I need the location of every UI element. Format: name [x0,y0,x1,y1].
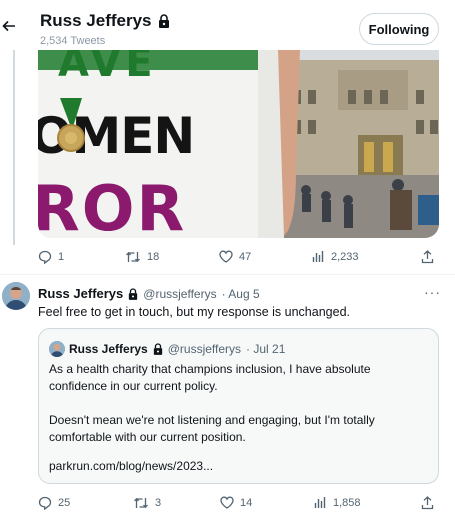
media-post-actions: 1 18 47 2,233 [38,250,439,266]
quote-avatar [49,341,65,357]
tweet-text: Feel free to get in touch, but my respon… [38,305,350,319]
views-icon [314,497,326,508]
like-count: 47 [239,250,252,263]
reply-count: 1 [58,251,65,263]
views-button[interactable]: 2,233 [312,250,359,263]
reply-button[interactable]: 1 [38,250,64,264]
tweet-count: 2,534 Tweets [40,35,106,47]
quote-author-name: Russ Jefferys [69,342,148,356]
share-button[interactable] [421,250,434,264]
reply-count: 25 [58,497,71,509]
tweet-image[interactable]: AVE OMEN ROR [38,50,439,238]
back-arrow-icon[interactable] [2,18,16,38]
svg-text:AVE: AVE [58,50,157,86]
profile-name: Russ Jefferys [40,11,170,31]
share-icon [421,250,434,264]
quoted-tweet[interactable]: Russ Jefferys @russjefferys · Jul 21 As … [38,328,439,484]
lock-icon [158,14,170,28]
share-button[interactable] [421,496,434,510]
profile-name-text: Russ Jefferys [40,11,152,30]
avatar-photo [2,282,30,310]
quote-date: · Jul 21 [246,342,286,356]
tweet-photo: AVE OMEN ROR [38,50,439,238]
tweet-divider [0,274,455,275]
quote-text-line: As a health charity that champions inclu… [49,362,371,376]
lock-icon [153,343,163,355]
tweet-author-name: Russ Jefferys [38,286,124,301]
retweet-count: 18 [147,251,160,263]
quote-author: Russ Jefferys @russjefferys · Jul 21 [69,342,285,356]
retweet-button[interactable]: 18 [125,250,159,264]
views-count: 1,858 [333,496,361,509]
heart-icon [219,250,233,263]
reply-button[interactable]: 25 [38,496,70,510]
quote-text-line: comfortable with our current position. [49,430,246,444]
reply-icon [38,250,52,264]
profile-header: Russ Jefferys 2,534 Tweets Following [0,0,455,50]
views-icon [312,251,324,262]
avatar[interactable] [2,282,30,310]
retweet-count: 3 [155,497,162,509]
views-count: 2,233 [331,250,359,263]
share-icon [421,496,434,510]
retweet-icon [134,497,148,509]
like-count: 14 [240,496,253,509]
tweet-author[interactable]: Russ Jefferys @russjefferys · Aug 5 [38,286,260,301]
tweet-actions: 25 3 14 1,858 [38,496,439,512]
quote-text-line: Doesn't mean we're not listening and eng… [49,413,375,427]
svg-text:ROR: ROR [38,172,186,238]
views-button[interactable]: 1,858 [314,496,361,509]
quote-link[interactable]: parkrun.com/blog/news/2023... [49,458,213,475]
retweet-button[interactable]: 3 [133,496,161,510]
quote-handle: @russjefferys [167,342,242,356]
like-button[interactable]: 14 [220,496,252,509]
more-options-icon[interactable]: ··· [424,284,441,300]
quote-text-line: confidence in our current policy. [49,379,218,393]
reply-icon [38,496,52,510]
lock-icon [128,287,138,300]
retweet-icon [126,251,140,263]
following-button[interactable]: Following [359,13,439,45]
heart-icon [220,496,234,509]
tweet-date[interactable]: · Aug 5 [222,287,260,301]
tweet-handle: @russjefferys [143,286,217,301]
thread-line [13,50,15,245]
quote-avatar-photo [49,341,65,357]
like-button[interactable]: 47 [219,250,251,263]
